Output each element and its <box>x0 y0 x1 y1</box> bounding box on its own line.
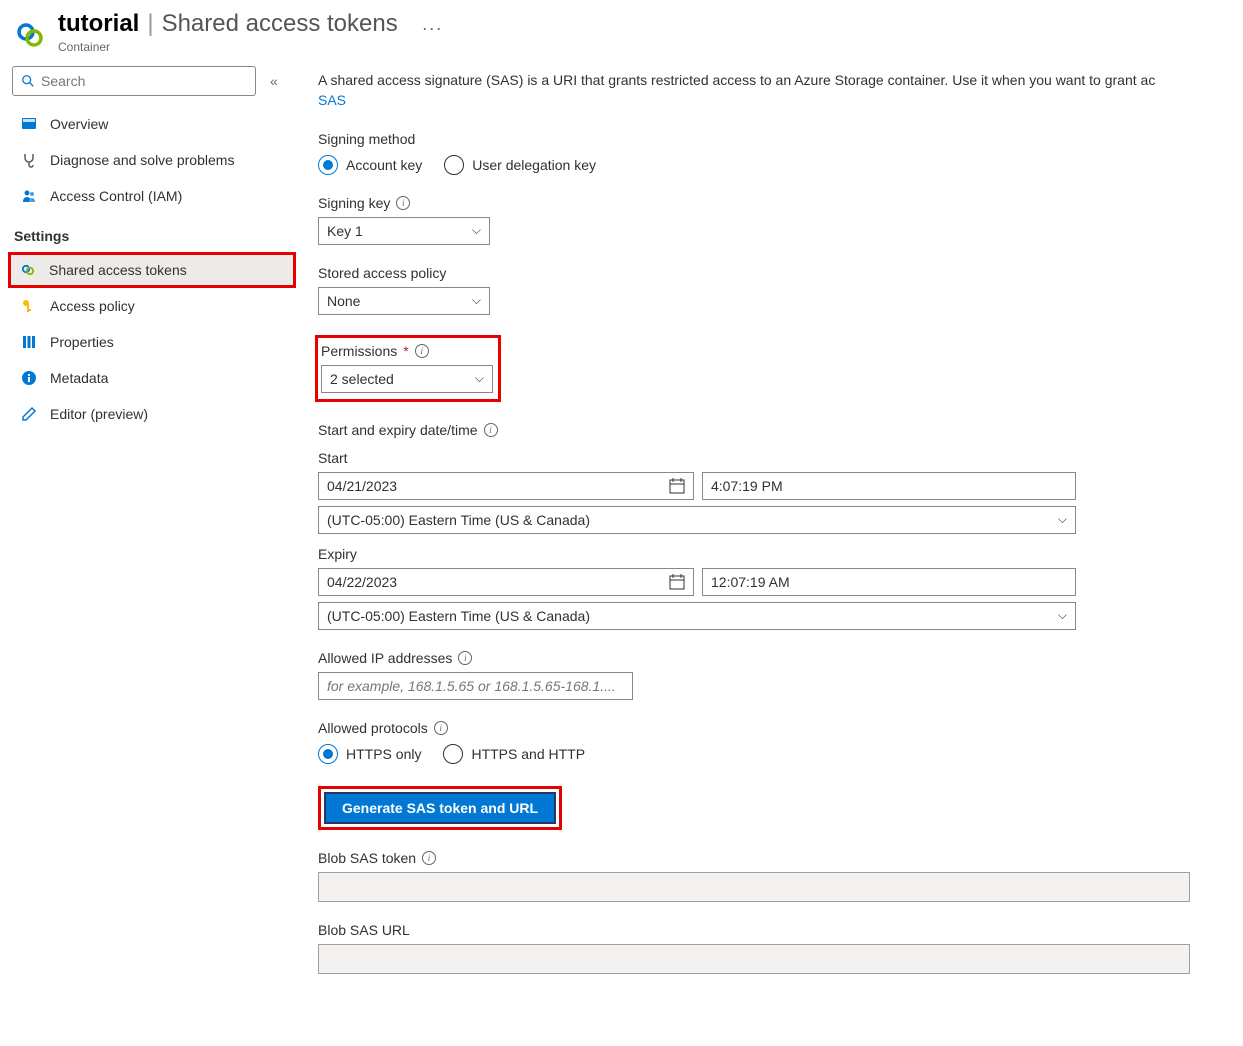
radio-icon <box>444 155 464 175</box>
signing-key-label: Signing key <box>318 195 390 211</box>
sidebar-item-editor[interactable]: Editor (preview) <box>12 396 296 432</box>
expiry-timezone-select[interactable]: (UTC-05:00) Eastern Time (US & Canada) ⌵ <box>318 602 1076 630</box>
blob-sas-token-output[interactable] <box>318 872 1190 902</box>
sidebar-item-access-policy[interactable]: Access policy <box>12 288 296 324</box>
sidebar-item-label: Overview <box>50 116 108 132</box>
container-icon <box>12 16 48 52</box>
blob-sas-url-output[interactable] <box>318 944 1190 974</box>
start-date-input[interactable]: 04/21/2023 <box>318 472 694 500</box>
sidebar-item-label: Access policy <box>50 298 135 314</box>
page-description: A shared access signature (SAS) is a URI… <box>318 70 1243 111</box>
sidebar-search[interactable] <box>12 66 256 96</box>
protocol-https-only[interactable]: HTTPS only <box>318 744 421 764</box>
start-expiry-label: Start and expiry date/time <box>318 422 478 438</box>
allowed-ip-input[interactable] <box>318 672 633 700</box>
page-header: tutorial | Shared access tokens Containe… <box>0 0 1243 58</box>
required-asterisk: * <box>403 343 408 359</box>
sidebar-item-metadata[interactable]: Metadata <box>12 360 296 396</box>
sidebar-item-properties[interactable]: Properties <box>12 324 296 360</box>
info-icon[interactable]: i <box>458 651 472 665</box>
search-icon <box>21 74 35 88</box>
sidebar-section-settings: Settings <box>12 214 296 252</box>
sidebar-item-label: Access Control (IAM) <box>50 188 182 204</box>
collapse-sidebar-button[interactable]: « <box>266 69 282 93</box>
blob-sas-url-label: Blob SAS URL <box>318 922 1243 938</box>
start-time-input[interactable]: 4:07:19 PM <box>702 472 1076 500</box>
signing-method-user-delegation[interactable]: User delegation key <box>444 155 596 175</box>
stored-policy-select[interactable]: None ⌵ <box>318 287 490 315</box>
permissions-select[interactable]: 2 selected ⌵ <box>321 365 493 393</box>
sidebar-item-label: Editor (preview) <box>50 406 148 422</box>
resource-name: tutorial <box>58 10 139 38</box>
info-icon[interactable]: i <box>422 851 436 865</box>
chevron-down-icon: ⌵ <box>1058 608 1067 623</box>
signing-key-select[interactable]: Key 1 ⌵ <box>318 217 490 245</box>
start-timezone-select[interactable]: (UTC-05:00) Eastern Time (US & Canada) ⌵ <box>318 506 1076 534</box>
sidebar-item-shared-access-tokens[interactable]: Shared access tokens <box>8 252 296 288</box>
expiry-date-input[interactable]: 04/22/2023 <box>318 568 694 596</box>
chevron-down-icon: ⌵ <box>472 223 481 238</box>
expiry-time-input[interactable]: 12:07:19 AM <box>702 568 1076 596</box>
main-content: A shared access signature (SAS) is a URI… <box>296 58 1243 974</box>
stored-policy-label: Stored access policy <box>318 265 1243 281</box>
radio-icon <box>443 744 463 764</box>
sidebar-item-label: Shared access tokens <box>49 262 187 278</box>
info-icon[interactable]: i <box>396 196 410 210</box>
chevron-down-icon: ⌵ <box>472 293 481 308</box>
page-title: Shared access tokens <box>162 10 398 38</box>
info-icon[interactable]: i <box>484 423 498 437</box>
resource-subtitle: Container <box>58 40 398 54</box>
allowed-protocols-label: Allowed protocols <box>318 720 428 736</box>
calendar-icon <box>669 574 685 590</box>
blob-sas-token-label: Blob SAS token <box>318 850 416 866</box>
sidebar: « Overview Diagnose and solve problems A… <box>0 58 296 974</box>
radio-icon <box>318 744 338 764</box>
sidebar-item-diagnose[interactable]: Diagnose and solve problems <box>12 142 296 178</box>
allowed-ip-label: Allowed IP addresses <box>318 650 452 666</box>
link-icon <box>19 261 37 279</box>
properties-icon <box>20 333 38 351</box>
iam-icon <box>20 187 38 205</box>
sidebar-item-overview[interactable]: Overview <box>12 106 296 142</box>
sidebar-item-label: Metadata <box>50 370 108 386</box>
sidebar-item-label: Properties <box>50 334 114 350</box>
edit-icon <box>20 405 38 423</box>
overview-icon <box>20 115 38 133</box>
sidebar-item-label: Diagnose and solve problems <box>50 152 234 168</box>
metadata-icon <box>20 369 38 387</box>
start-label: Start <box>318 450 1243 466</box>
chevron-down-icon: ⌵ <box>475 371 484 386</box>
signing-method-account-key[interactable]: Account key <box>318 155 422 175</box>
generate-sas-button[interactable]: Generate SAS token and URL <box>324 792 556 824</box>
expiry-label: Expiry <box>318 546 1243 562</box>
title-separator: | <box>143 10 157 38</box>
more-actions-button[interactable]: ··· <box>422 10 443 39</box>
sas-learn-more-link[interactable]: SAS <box>318 92 346 108</box>
signing-method-label: Signing method <box>318 131 1243 147</box>
protocol-https-and-http[interactable]: HTTPS and HTTP <box>443 744 585 764</box>
sidebar-item-iam[interactable]: Access Control (IAM) <box>12 178 296 214</box>
search-input[interactable] <box>35 73 247 89</box>
diagnose-icon <box>20 151 38 169</box>
chevron-down-icon: ⌵ <box>1058 512 1067 527</box>
info-icon[interactable]: i <box>415 344 429 358</box>
info-icon[interactable]: i <box>434 721 448 735</box>
permissions-label: Permissions <box>321 343 397 359</box>
key-icon <box>20 297 38 315</box>
calendar-icon <box>669 478 685 494</box>
radio-icon <box>318 155 338 175</box>
